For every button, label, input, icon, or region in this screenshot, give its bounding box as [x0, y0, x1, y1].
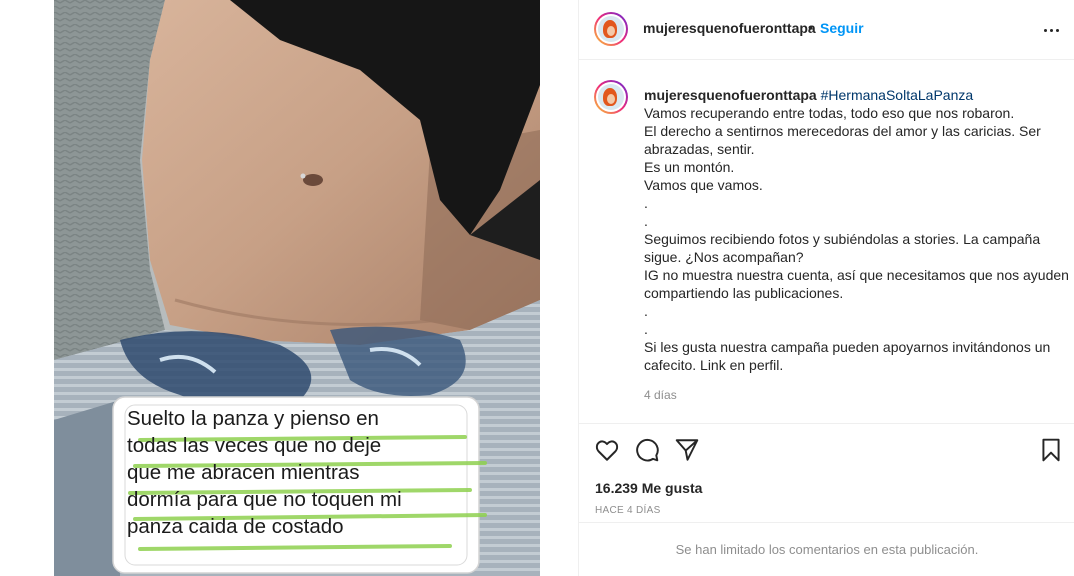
comments-limited-notice: Se han limitado los comentarios en esta … — [579, 522, 1074, 576]
paper-plane-icon[interactable] — [674, 437, 700, 463]
photo-note-line: que me abracen mientras — [127, 461, 360, 484]
caption-line: Es un montón. — [644, 159, 735, 175]
caption-line: compartiendo las publicaciones. — [644, 285, 844, 301]
post-media[interactable]: Suelto la panza y pienso en todas las ve… — [0, 0, 578, 576]
post-side-panel: mujeresquenofueronttapa • Seguir mujeres… — [578, 0, 1074, 576]
post-actions-bar — [579, 423, 1074, 479]
photo-note-line: dormía para que no toquen mi — [127, 488, 402, 511]
caption-line: Vamos que vamos. — [644, 177, 763, 193]
likes-count[interactable]: 16.239 Me gusta — [595, 480, 702, 496]
caption-line: El derecho a sentirnos merecedoras del a… — [644, 123, 1041, 139]
instagram-post-view: Suelto la panza y pienso en todas las ve… — [0, 0, 1074, 576]
heart-icon[interactable] — [594, 437, 620, 463]
caption-line: Seguimos recibiendo fotos y subiéndolas … — [644, 231, 1041, 247]
caption-line: sigue. ¿Nos acompañan? — [644, 249, 804, 265]
caption-line: . — [644, 195, 648, 211]
caption-username[interactable]: mujeresquenofueronttapa — [644, 87, 817, 103]
caption-text: mujeresquenofueronttapa #HermanaSoltaLaP… — [644, 86, 1069, 374]
comment-icon[interactable] — [634, 437, 660, 463]
follow-button[interactable]: Seguir — [820, 20, 864, 36]
caption-line: abrazadas, sentir. — [644, 141, 755, 157]
caption-line: Si les gusta nuestra campaña pueden apoy… — [644, 339, 1051, 355]
author-username[interactable]: mujeresquenofueronttapa — [643, 20, 816, 36]
comments-limited-text: Se han limitado los comentarios en esta … — [675, 542, 979, 557]
post-date[interactable]: HACE 4 DÍAS — [595, 505, 661, 516]
caption-section: mujeresquenofueronttapa #HermanaSoltaLaP… — [579, 61, 1074, 423]
caption-line: cafecito. Link en perfil. — [644, 357, 784, 373]
caption-timestamp[interactable]: 4 días — [644, 388, 677, 402]
photo-note-text: Suelto la panza y pienso en todas las ve… — [127, 405, 467, 540]
photo-note-line: todas las veces que no deje — [127, 434, 382, 457]
more-options-icon[interactable] — [1039, 18, 1063, 42]
separator-dot: • — [808, 19, 813, 35]
photo-note-line: panza caida de costado — [127, 515, 344, 538]
caption-line: . — [644, 321, 648, 337]
photo-note-line: Suelto la panza y pienso en — [127, 407, 379, 430]
caption-line: Vamos recuperando entre todas, todo eso … — [644, 105, 1015, 121]
bookmark-icon[interactable] — [1038, 437, 1064, 463]
post-header: mujeresquenofueronttapa • Seguir — [579, 0, 1074, 60]
caption-line: IG no muestra nuestra cuenta, así que ne… — [644, 267, 1069, 283]
caption-line: . — [644, 213, 648, 229]
caption-line: . — [644, 303, 648, 319]
author-avatar[interactable] — [594, 12, 628, 46]
caption-author-avatar[interactable] — [594, 80, 628, 114]
caption-hashtag[interactable]: #HermanaSoltaLaPanza — [821, 87, 974, 103]
